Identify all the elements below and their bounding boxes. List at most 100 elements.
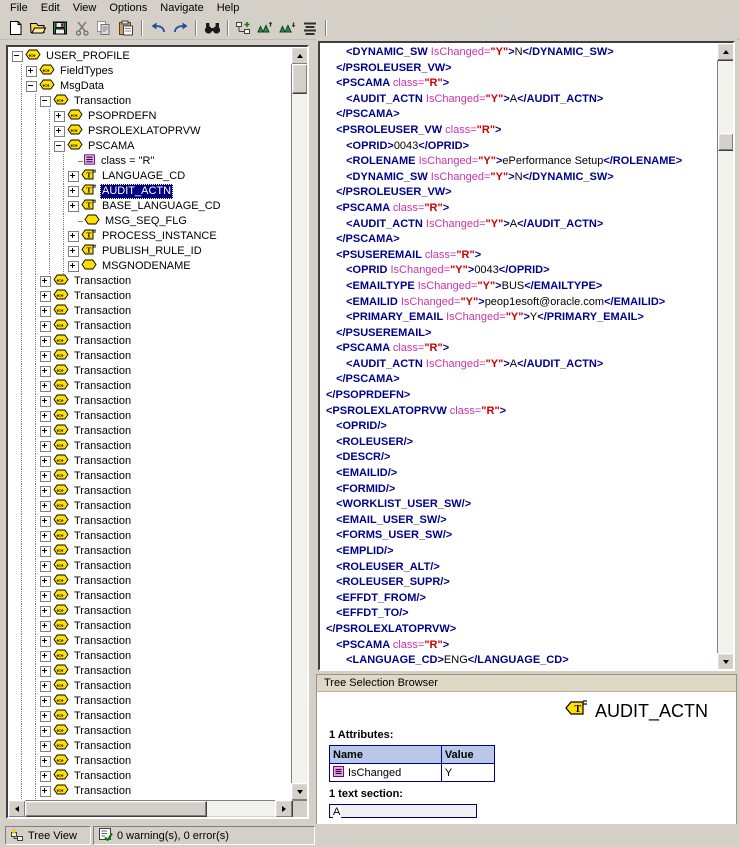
expand-node-icon[interactable] xyxy=(40,486,51,497)
xml-line[interactable]: <EFFDT_TO/> xyxy=(326,606,716,622)
menu-item-options[interactable]: Options xyxy=(103,1,154,16)
tree-node-transaction[interactable]: «» Transaction xyxy=(12,694,290,709)
xml-line[interactable]: <DYNAMIC_SW IsChanged="Y">N</DYNAMIC_SW> xyxy=(326,45,716,61)
expand-node-icon[interactable] xyxy=(40,381,51,392)
xml-line[interactable]: <FORMS_USER_SW/> xyxy=(326,528,716,544)
properties-icon[interactable] xyxy=(299,18,321,39)
xml-line[interactable]: <AUDIT_ACTN IsChanged="Y">A</AUDIT_ACTN> xyxy=(326,92,716,108)
xml-line[interactable]: <OPRID/> xyxy=(326,419,716,435)
paste-icon[interactable] xyxy=(115,18,137,39)
tree-node-process_instance[interactable]: T PROCESS_INSTANCE xyxy=(12,229,290,244)
expand-node-icon[interactable] xyxy=(40,696,51,707)
new-icon[interactable] xyxy=(5,18,27,39)
xml-line[interactable]: <EMAIL_USER_SW/> xyxy=(326,513,716,529)
expand-node-icon[interactable] xyxy=(40,651,51,662)
xml-scroll-down-button[interactable] xyxy=(717,653,733,669)
tree-node-transaction[interactable]: «» Transaction xyxy=(12,754,290,769)
xml-line[interactable]: <PSUSEREMAIL class="R"> xyxy=(326,248,716,264)
tree-node-msg_seq_flg[interactable]: MSG_SEQ_FLG xyxy=(12,214,290,229)
expand-node-icon[interactable] xyxy=(40,681,51,692)
tree-scroll-left-button[interactable] xyxy=(8,800,26,817)
menu-item-view[interactable]: View xyxy=(67,1,104,16)
expand-node-icon[interactable] xyxy=(40,621,51,632)
tree-node-transaction[interactable]: «» Transaction xyxy=(12,514,290,529)
xml-editor[interactable]: <DYNAMIC_SW IsChanged="Y">N</DYNAMIC_SW>… xyxy=(318,41,735,671)
xml-line[interactable]: <DYNAMIC_SW IsChanged="Y">N</DYNAMIC_SW> xyxy=(326,170,716,186)
tree-node-publish_rule_id[interactable]: T PUBLISH_RULE_ID xyxy=(12,244,290,259)
xml-line[interactable]: </PSOPRDEFN> xyxy=(326,388,716,404)
tree-node-transaction[interactable]: «» Transaction xyxy=(12,589,290,604)
tree-node-transaction[interactable]: «» Transaction xyxy=(12,439,290,454)
expand-node-icon[interactable] xyxy=(26,66,37,77)
xml-line[interactable]: <ROLEUSER_ALT/> xyxy=(326,560,716,576)
xml-line[interactable]: <PSCAMA class="R"> xyxy=(326,201,716,217)
expand-node-icon[interactable] xyxy=(40,561,51,572)
xml-vertical-scrollbar[interactable] xyxy=(717,43,733,669)
status-view-cell[interactable]: Tree View xyxy=(5,826,91,845)
xml-line[interactable]: </PSCAMA> xyxy=(326,372,716,388)
tree-node-transaction[interactable]: «» Transaction xyxy=(12,664,290,679)
menu-item-edit[interactable]: Edit xyxy=(35,1,67,16)
expand-node-icon[interactable] xyxy=(54,111,65,122)
xml-line[interactable]: </PSROLEXLATOPRVW> xyxy=(326,622,716,638)
xml-line[interactable]: <EMAILID IsChanged="Y">peop1esoft@oracle… xyxy=(326,295,716,311)
tree-node-transaction[interactable]: «» Transaction xyxy=(12,424,290,439)
xml-line[interactable]: <OPRID>0043</OPRID> xyxy=(326,139,716,155)
expand-node-icon[interactable] xyxy=(40,711,51,722)
tree-node-transaction[interactable]: «» Transaction xyxy=(12,724,290,739)
save-icon[interactable] xyxy=(49,18,71,39)
tree-scroll-up-button[interactable] xyxy=(291,47,307,65)
tree-node-language_cd[interactable]: T LANGUAGE_CD xyxy=(12,169,290,184)
tree-vertical-scrollbar[interactable] xyxy=(291,47,307,801)
tree-vscroll-thumb[interactable] xyxy=(292,64,307,94)
tree-hscroll-thumb[interactable] xyxy=(25,801,207,817)
tree-node-transaction[interactable]: «» Transaction xyxy=(12,304,290,319)
xml-line[interactable]: <PSCAMA class="R"> xyxy=(326,638,716,654)
tree-scroll-right-button[interactable] xyxy=(275,800,293,817)
expand-node-icon[interactable] xyxy=(40,756,51,767)
xml-scroll-up-button[interactable] xyxy=(717,43,733,61)
xml-line[interactable]: </PSROLEUSER_VW> xyxy=(326,185,716,201)
find-icon[interactable] xyxy=(201,18,223,39)
tree-vscroll-track[interactable] xyxy=(292,63,307,783)
copy-icon[interactable] xyxy=(93,18,115,39)
expand-node-icon[interactable] xyxy=(40,606,51,617)
expand-node-icon[interactable] xyxy=(40,786,51,797)
tree-node-transaction[interactable]: «» Transaction xyxy=(12,484,290,499)
expand-node-icon[interactable] xyxy=(40,321,51,332)
expand-node-icon[interactable] xyxy=(40,306,51,317)
tree-node-transaction[interactable]: «» Transaction xyxy=(12,634,290,649)
tree-node-transaction[interactable]: «» Transaction xyxy=(12,94,290,109)
expand-node-icon[interactable] xyxy=(40,591,51,602)
tree-node-transaction[interactable]: «» Transaction xyxy=(12,709,290,724)
xml-source-text[interactable]: <DYNAMIC_SW IsChanged="Y">N</DYNAMIC_SW>… xyxy=(320,43,716,669)
xml-line[interactable]: <ROLENAME IsChanged="Y">ePerformance Set… xyxy=(326,154,716,170)
tree-node-transaction[interactable]: «» Transaction xyxy=(12,559,290,574)
move-down-icon[interactable] xyxy=(277,18,299,39)
tree-node-msgdata[interactable]: «» MsgData xyxy=(12,79,290,94)
tree-node-psrolexlatoprvw[interactable]: «» PSROLEXLATOPRVW xyxy=(12,124,290,139)
xml-line[interactable]: <LANGUAGE_CD>ENG</LANGUAGE_CD> xyxy=(326,653,716,669)
tree-node-transaction[interactable]: «» Transaction xyxy=(12,619,290,634)
expand-node-icon[interactable] xyxy=(40,411,51,422)
tree-node-psoprdefn[interactable]: «» PSOPRDEFN xyxy=(12,109,290,124)
tree-node-transaction[interactable]: «» Transaction xyxy=(12,784,290,799)
tree-node-transaction[interactable]: «» Transaction xyxy=(12,679,290,694)
xml-line[interactable]: <AUDIT_ACTN IsChanged="Y">A</AUDIT_ACTN> xyxy=(326,217,716,233)
expand-node-icon[interactable] xyxy=(40,741,51,752)
tree-node-transaction[interactable]: «» Transaction xyxy=(12,349,290,364)
expand-node-icon[interactable] xyxy=(40,441,51,452)
xml-line[interactable]: <EMAILTYPE IsChanged="Y">BUS</EMAILTYPE> xyxy=(326,279,716,295)
xml-line[interactable]: <PRIMARY_EMAIL IsChanged="Y">Y</PRIMARY_… xyxy=(326,310,716,326)
tree-node-transaction[interactable]: «» Transaction xyxy=(12,499,290,514)
expand-node-icon[interactable] xyxy=(40,456,51,467)
expand-node-icon[interactable] xyxy=(40,516,51,527)
expand-node-icon[interactable] xyxy=(40,501,51,512)
tree-node-transaction[interactable]: «» Transaction xyxy=(12,454,290,469)
expand-node-icon[interactable] xyxy=(68,201,79,212)
expand-node-icon[interactable] xyxy=(40,771,51,782)
tree-scroll-down-button[interactable] xyxy=(291,783,307,801)
tree-view[interactable]: «» USER_PROFILE «» FieldTypes «» MsgData «» Tra… xyxy=(6,45,309,819)
tree-node-transaction[interactable]: «» Transaction xyxy=(12,649,290,664)
table-row[interactable]: IsChanged Y xyxy=(329,763,496,782)
